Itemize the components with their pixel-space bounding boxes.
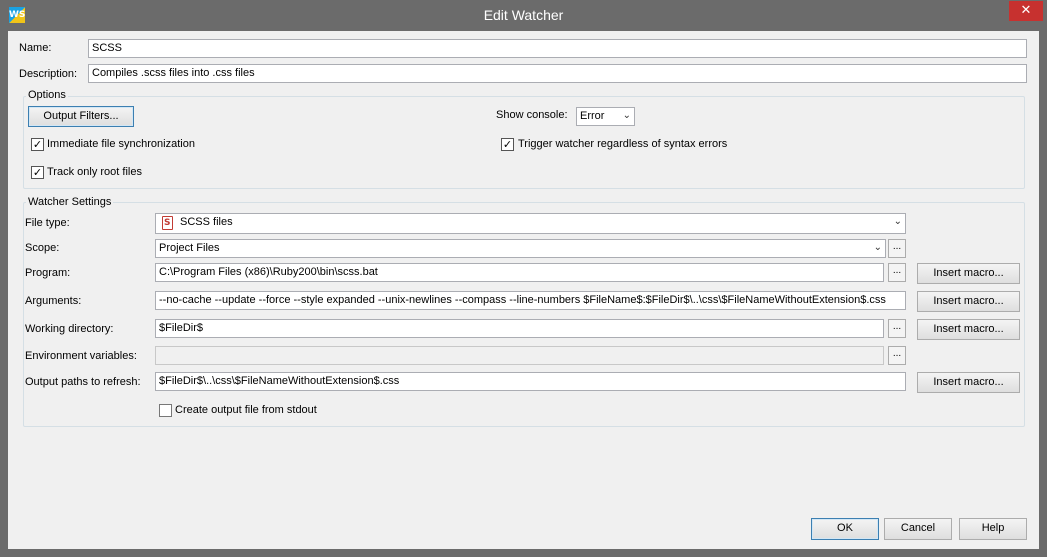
file-type-select[interactable]: SCSS files ⌄ [155,213,906,234]
trigger-watcher-label: Trigger watcher regardless of syntax err… [518,138,728,150]
show-console-select[interactable]: Error ⌄ [576,107,635,126]
chevron-down-icon: ⌄ [873,242,882,253]
description-input[interactable]: Compiles .scss files into .css files [88,64,1027,83]
description-label: Description: [19,68,78,80]
watcher-settings-title: Watcher Settings [26,196,114,208]
show-console-value: Error [580,110,605,122]
arguments-label: Arguments: [25,295,82,307]
working-directory-input[interactable]: $FileDir$ [155,319,884,338]
watcher-settings-group [23,202,1025,427]
scope-browse-button[interactable]: ... [888,239,906,258]
scope-label: Scope: [25,242,60,254]
environment-variables-label: Environment variables: [25,350,137,362]
immediate-sync-checkbox[interactable]: ✓ [31,138,44,151]
title-bar: WS Edit Watcher ✕ [0,0,1047,30]
scope-value: Project Files [159,242,220,254]
environment-variables-browse-button[interactable]: ... [888,346,906,365]
edit-watcher-dialog: WS Edit Watcher ✕ Name: SCSS Description… [0,0,1047,557]
show-console-label: Show console: [496,109,568,121]
output-paths-label: Output paths to refresh: [25,376,141,388]
working-directory-insert-macro-button[interactable]: Insert macro... [917,319,1020,340]
output-paths-input[interactable]: $FileDir$\..\css\$FileNameWithoutExtensi… [155,372,906,391]
options-group-title: Options [26,89,68,101]
arguments-insert-macro-button[interactable]: Insert macro... [917,291,1020,312]
track-root-label: Track only root files [47,166,142,178]
name-label: Name: [19,42,52,54]
working-directory-label: Working directory: [25,323,114,335]
scope-select[interactable]: Project Files ⌄ [155,239,886,258]
program-label: Program: [25,267,71,279]
chevron-down-icon: ⌄ [622,110,631,121]
trigger-watcher-checkbox[interactable]: ✓ [501,138,514,151]
close-window-button[interactable]: ✕ [1009,1,1043,21]
working-directory-browse-button[interactable]: ... [888,319,906,338]
file-type-value: SCSS files [180,216,233,228]
arguments-input[interactable]: --no-cache --update --force --style expa… [155,291,906,310]
program-input[interactable]: C:\Program Files (x86)\Ruby200\bin\scss.… [155,263,884,282]
program-browse-button[interactable]: ... [888,263,906,282]
environment-variables-input[interactable] [155,346,884,365]
file-type-label: File type: [25,217,70,229]
window-title: Edit Watcher [483,7,564,23]
dialog-body: Name: SCSS Description: Compiles .scss f… [8,31,1039,549]
output-filters-button[interactable]: Output Filters... [28,106,134,127]
program-insert-macro-button[interactable]: Insert macro... [917,263,1020,284]
help-button[interactable]: Help [959,518,1027,540]
create-output-stdout-checkbox[interactable] [159,404,172,417]
create-output-stdout-label: Create output file from stdout [175,404,317,416]
immediate-sync-label: Immediate file synchronization [47,138,195,150]
ok-button[interactable]: OK [811,518,879,540]
scss-file-icon [162,216,173,230]
chevron-down-icon: ⌄ [893,216,902,227]
name-input[interactable]: SCSS [88,39,1027,58]
cancel-button[interactable]: Cancel [884,518,952,540]
output-paths-insert-macro-button[interactable]: Insert macro... [917,372,1020,393]
track-root-checkbox[interactable]: ✓ [31,166,44,179]
